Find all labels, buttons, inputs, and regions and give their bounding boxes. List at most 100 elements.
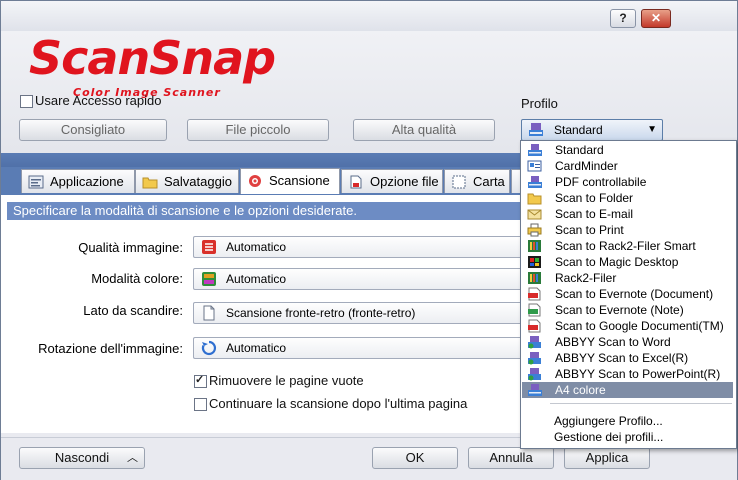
close-button[interactable]: ✕ <box>641 9 671 28</box>
high-quality-button[interactable]: Alta qualità <box>353 119 495 141</box>
help-button[interactable]: ? <box>610 9 636 28</box>
hide-button-label: Nascondi <box>54 450 110 465</box>
profile-option[interactable]: Standard <box>522 142 733 158</box>
title-bar: ? ✕ <box>1 1 737 31</box>
scan-tab-icon <box>249 175 261 187</box>
color-mode-icon <box>202 272 216 286</box>
profile-option-label: ABBYY Scan to PowerPoint(R) <box>555 367 721 381</box>
profile-option-label: PDF controllabile <box>555 175 647 189</box>
image-rotation-value: Automatico <box>226 341 287 355</box>
folder-icon <box>527 193 542 205</box>
profile-option[interactable]: CardMinder <box>522 158 733 174</box>
add-profile-item[interactable]: Aggiungere Profilo... <box>554 414 663 428</box>
recommended-button[interactable]: Consigliato <box>19 119 167 141</box>
profile-option-label: Scan to Evernote (Note) <box>555 303 684 317</box>
duplex-icon <box>203 305 215 321</box>
abbyy-icon <box>528 336 541 349</box>
mail-icon <box>527 209 542 220</box>
dropdown-separator <box>550 403 732 404</box>
profile-option[interactable]: Scan to Evernote (Document) <box>522 286 733 302</box>
profile-option-label: CardMinder <box>555 159 618 173</box>
profile-select[interactable]: Standard ▼ <box>521 119 663 141</box>
manage-profiles-item[interactable]: Gestione dei profili... <box>554 430 663 444</box>
tab-application[interactable]: Applicazione <box>21 169 135 193</box>
profile-option[interactable]: Scan to E-mail <box>522 206 733 222</box>
image-rotation-select[interactable]: Automatico <box>193 337 540 359</box>
continue-scanning-label: Continuare la scansione dopo l'ultima pa… <box>209 396 468 411</box>
quick-access-label: Usare Accesso rapido <box>35 93 162 108</box>
profile-option-label: ABBYY Scan to Word <box>555 335 671 349</box>
scanner-profile-icon <box>529 123 543 136</box>
tab-bar: Applicazione Salvataggio Scansione Opzio… <box>1 167 537 195</box>
profile-option-label: Scan to Google Documenti(TM) <box>555 319 724 333</box>
rotation-icon <box>201 340 217 356</box>
profile-option-label: Rack2-Filer <box>555 271 617 285</box>
profile-option[interactable]: Scan to Print <box>522 222 733 238</box>
tab-paper-label: Carta <box>473 174 505 189</box>
profile-option-label: Scan to Rack2-Filer Smart <box>555 239 696 253</box>
profile-option[interactable]: Rack2-Filer <box>522 270 733 286</box>
scan-hint: Specificare la modalità di scansione e l… <box>7 202 537 220</box>
ok-button[interactable]: OK <box>372 447 458 469</box>
pdf-icon <box>528 287 541 301</box>
rack-icon <box>528 272 541 284</box>
profile-option[interactable]: ABBYY Scan to PowerPoint(R) <box>522 366 733 382</box>
profile-option[interactable]: A4 colore <box>522 382 733 398</box>
profile-option-label: Scan to Evernote (Document) <box>555 287 714 301</box>
profile-option[interactable]: Scan to Evernote (Note) <box>522 302 733 318</box>
tab-application-label: Applicazione <box>50 174 124 189</box>
profile-option-label: Scan to E-mail <box>555 207 634 221</box>
scanner-profile-icon <box>528 384 542 396</box>
color-mode-select[interactable]: Automatico <box>193 268 540 290</box>
image-quality-icon <box>202 240 216 254</box>
application-icon <box>28 175 44 189</box>
folder-icon <box>142 177 158 189</box>
tab-scan-label: Scansione <box>269 173 330 188</box>
tab-file-option-label: Opzione file <box>370 174 439 189</box>
image-quality-label: Qualità immagine: <box>78 240 183 255</box>
print-icon <box>527 223 542 237</box>
profile-option-label: Scan to Folder <box>555 191 634 205</box>
pdf-icon <box>528 319 541 333</box>
file-option-icon <box>350 175 362 189</box>
profile-option[interactable]: Scan to Rack2-Filer Smart <box>522 238 733 254</box>
tab-saving[interactable]: Salvataggio <box>135 169 239 193</box>
image-quality-select[interactable]: Automatico <box>193 236 540 258</box>
tab-paper[interactable]: Carta <box>444 169 510 193</box>
chevron-down-icon: ▼ <box>647 124 657 135</box>
image-quality-value: Automatico <box>226 240 287 254</box>
continue-scanning-checkbox[interactable] <box>194 398 207 411</box>
tab-scan[interactable]: Scansione <box>240 168 340 194</box>
quick-access-checkbox[interactable] <box>20 95 33 108</box>
abbyy-icon <box>528 368 541 381</box>
profile-option[interactable]: Scan to Magic Desktop <box>522 254 733 270</box>
scanner-profile-icon <box>528 176 542 188</box>
profile-option-label: Scan to Magic Desktop <box>555 255 679 269</box>
scan-side-select[interactable]: Scansione fronte-retro (fronte-retro) <box>193 302 540 324</box>
paper-icon <box>452 175 466 189</box>
profile-dropdown-list: Standard CardMinder PDF controllabile Scan … <box>520 140 737 449</box>
apply-button[interactable]: Applica <box>564 447 650 469</box>
jpg-icon <box>528 303 541 317</box>
hide-button[interactable]: Nascondi ︿ <box>19 447 145 469</box>
profile-option-label: Scan to Print <box>555 223 624 237</box>
small-file-button[interactable]: File piccolo <box>187 119 329 141</box>
abbyy-icon <box>528 352 541 365</box>
profile-option-label: Standard <box>555 143 604 157</box>
remove-blank-pages-checkbox[interactable] <box>194 373 207 388</box>
profile-label: Profilo <box>521 96 558 111</box>
profile-option[interactable]: ABBYY Scan to Excel(R) <box>522 350 733 366</box>
cancel-button[interactable]: Annulla <box>468 447 554 469</box>
chevron-up-icon: ︿ <box>127 452 138 464</box>
rack-icon <box>528 240 541 252</box>
remove-blank-pages-label: Rimuovere le pagine vuote <box>209 373 364 388</box>
profile-option[interactable]: Scan to Folder <box>522 190 733 206</box>
scan-side-label: Lato da scandire: <box>83 303 183 318</box>
profile-option[interactable]: ABBYY Scan to Word <box>522 334 733 350</box>
profile-option[interactable]: PDF controllabile <box>522 174 733 190</box>
profile-option-label: ABBYY Scan to Excel(R) <box>555 351 689 365</box>
tab-file-option[interactable]: Opzione file <box>341 169 443 193</box>
profile-option[interactable]: Scan to Google Documenti(TM) <box>522 318 733 334</box>
profile-selected-value: Standard <box>554 123 603 137</box>
card-icon <box>527 160 542 172</box>
